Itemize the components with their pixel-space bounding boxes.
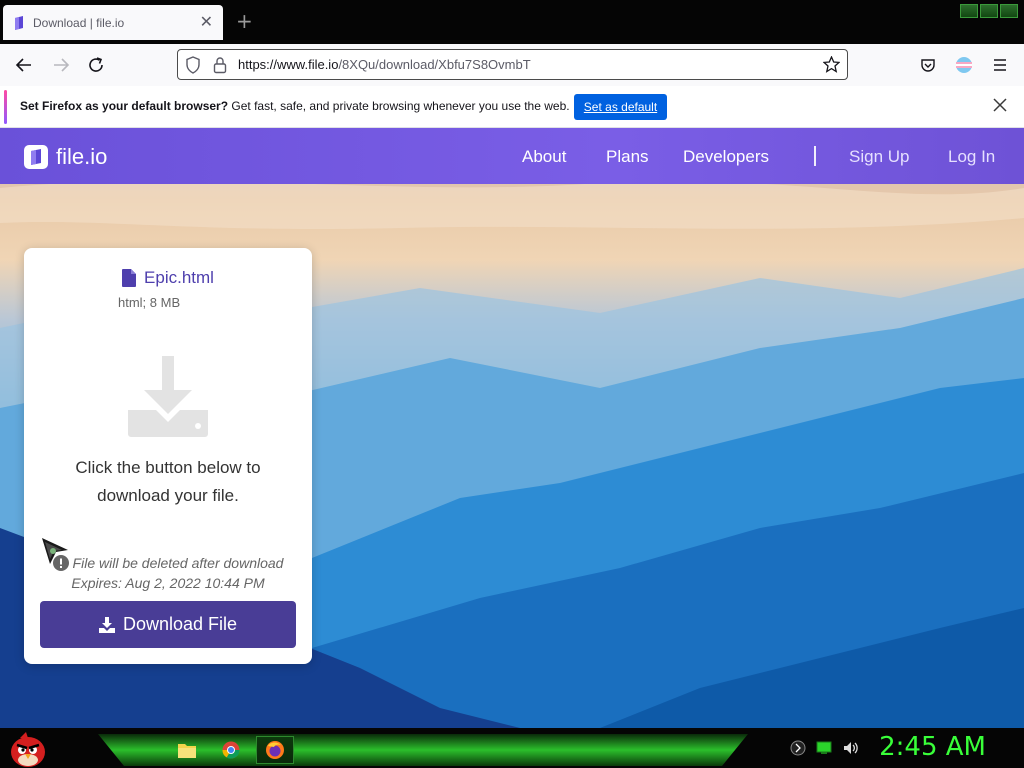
- account-button[interactable]: [953, 54, 975, 76]
- log-in-link[interactable]: Log In: [948, 147, 995, 167]
- browser-tab[interactable]: Download | file.io ✕: [3, 5, 223, 40]
- nav-developers-link[interactable]: Developers: [683, 147, 769, 167]
- url-path: /8XQu/download/Xbfu7S8OvmbT: [338, 57, 531, 72]
- reload-button[interactable]: [85, 54, 107, 76]
- url-bar[interactable]: https://www.file.io/8XQu/download/Xbfu7S…: [177, 49, 848, 80]
- download-prompt: Click the button below to download your …: [75, 458, 261, 505]
- download-icon: [98, 616, 115, 633]
- forward-arrow-icon: [54, 58, 70, 72]
- bookmark-star-icon[interactable]: [823, 56, 840, 73]
- taskbar-chrome-app[interactable]: [212, 736, 250, 764]
- file-name: Epic.html: [144, 268, 214, 287]
- menu-button[interactable]: [989, 54, 1011, 76]
- system-tray: [790, 740, 858, 756]
- download-illustration-icon: [128, 356, 208, 437]
- mouse-cursor-icon: [42, 538, 68, 564]
- site-navbar: file.io About Plans Developers Sign Up L…: [0, 128, 1024, 184]
- file-icon: [122, 269, 137, 287]
- url-text[interactable]: https://www.file.io/8XQu/download/Xbfu7S…: [238, 57, 531, 72]
- fileio-favicon-icon: [15, 15, 23, 30]
- network-monitor-icon[interactable]: [816, 741, 832, 755]
- sign-up-link[interactable]: Sign Up: [849, 147, 909, 167]
- brand-logo[interactable]: file.io: [24, 144, 107, 170]
- download-button-label: Download File: [122, 614, 238, 634]
- forward-button[interactable]: [50, 54, 72, 76]
- pocket-icon: [921, 59, 935, 72]
- back-button[interactable]: [13, 54, 35, 76]
- brand-name: file.io: [56, 144, 108, 169]
- pocket-button[interactable]: [917, 54, 939, 76]
- nav-toolbar: https://www.file.io/8XQu/download/Xbfu7S…: [0, 44, 1024, 86]
- notification-text: Set Firefox as your default browser? Get…: [20, 99, 570, 113]
- delete-warning: File will be deleted after download: [72, 555, 284, 571]
- notification-accent: [4, 90, 7, 124]
- expiry-date: Expires: Aug 2, 2022 10:44 PM: [71, 575, 265, 591]
- taskbar-clock[interactable]: 2:45 AM: [879, 732, 986, 762]
- lock-icon[interactable]: [213, 56, 227, 74]
- taskbar-files-app[interactable]: [168, 736, 206, 764]
- notification-body-text: Get fast, safe, and private browsing whe…: [228, 99, 570, 113]
- reload-icon: [89, 57, 103, 72]
- default-browser-notification: Set Firefox as your default browser? Get…: [0, 86, 1024, 128]
- chrome-icon: [222, 741, 240, 759]
- keyboard-layout-icon[interactable]: [790, 740, 806, 756]
- nav-separator: [814, 146, 816, 166]
- firefox-icon: [266, 741, 284, 759]
- notification-bold-text: Set Firefox as your default browser?: [20, 99, 229, 113]
- account-avatar-icon: [956, 57, 972, 73]
- volume-icon[interactable]: [842, 740, 858, 756]
- tab-close-icon[interactable]: ✕: [200, 14, 213, 30]
- close-window-button[interactable]: [1000, 4, 1018, 18]
- taskbar-firefox-app[interactable]: [256, 736, 294, 764]
- download-card: Epic.html html; 8 MB Click the button be…: [24, 248, 312, 664]
- nav-about-link[interactable]: About: [522, 147, 566, 167]
- back-arrow-icon: [15, 58, 31, 72]
- nav-plans-link[interactable]: Plans: [606, 147, 649, 167]
- web-page: file.io About Plans Developers Sign Up L…: [0, 128, 1024, 728]
- new-tab-icon[interactable]: +: [236, 11, 253, 31]
- notification-close-icon[interactable]: [992, 97, 1008, 113]
- set-as-default-button[interactable]: Set as default: [574, 94, 667, 120]
- maximize-button[interactable]: [980, 4, 998, 18]
- shield-icon[interactable]: [185, 56, 201, 74]
- window-controls: [960, 4, 1018, 18]
- tab-bar: Download | file.io ✕ +: [0, 0, 1024, 44]
- file-meta: html; 8 MB: [118, 295, 181, 310]
- tab-title: Download | file.io: [33, 15, 125, 30]
- fileio-logo-icon: [24, 145, 48, 169]
- minimize-button[interactable]: [960, 4, 978, 18]
- download-file-button[interactable]: Download File: [40, 601, 296, 648]
- folder-icon: [178, 744, 196, 758]
- start-menu-angry-bird-icon[interactable]: [8, 728, 48, 768]
- url-domain: https://www.file.io: [238, 57, 339, 72]
- hamburger-menu-icon: [994, 59, 1006, 71]
- os-taskbar: 2:45 AM: [0, 728, 1024, 768]
- file-header: Epic.html: [24, 268, 312, 288]
